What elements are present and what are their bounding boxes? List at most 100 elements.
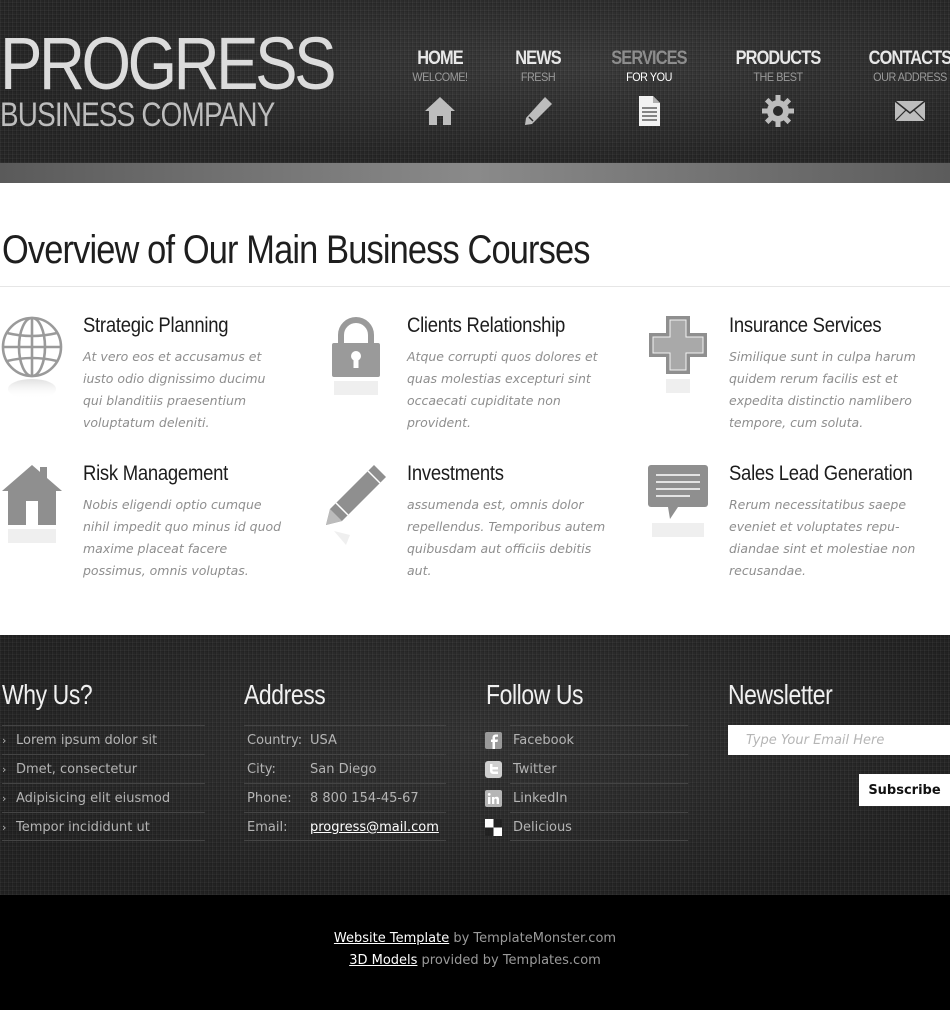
section-title: Follow Us: [486, 679, 584, 710]
credit-line: 3D Models provided by Templates.com: [0, 953, 950, 968]
course-title: Strategic Planning: [83, 314, 229, 337]
nav-item-services[interactable]: SERVICES FOR YOU: [599, 48, 699, 128]
address-list: Country: USA City: San Diego Phone: 8 800 1…: [244, 725, 446, 841]
nav-subtitle: FOR YOU: [626, 70, 672, 84]
list-item[interactable]: › Adipisicing elit eiusmod: [2, 783, 205, 812]
house-icon: [2, 465, 62, 543]
credit-text: by TemplateMonster.com: [449, 931, 617, 946]
address-key: City:: [247, 762, 276, 777]
nav-item-contacts[interactable]: CONTACTS OUR ADDRESS: [860, 48, 950, 128]
address-row: Phone: 8 800 154-45-67: [244, 783, 446, 812]
list-item-label: Lorem ipsum dolor sit: [16, 733, 158, 748]
social-label: Twitter: [513, 762, 557, 777]
speech-bubble-icon: [648, 465, 708, 537]
address-value: 8 800 154-45-67: [310, 791, 419, 806]
chevron-right-icon: ›: [2, 821, 7, 834]
course-title: Sales Lead Generation: [729, 462, 913, 485]
nav-title: SERVICES: [611, 48, 687, 69]
nav-title: NEWS: [515, 48, 561, 69]
address-value: San Diego: [310, 762, 377, 777]
social-link-twitter[interactable]: Twitter: [485, 754, 688, 783]
nav-subtitle: FRESH: [520, 70, 556, 84]
pencil-icon: [326, 465, 386, 545]
list-item[interactable]: › Lorem ipsum dolor sit: [2, 725, 205, 754]
course-description: Similique sunt in culpa harum quidem rer…: [729, 349, 916, 430]
why-us-section: Why Us? › Lorem ipsum dolor sit › Dmet, co…: [2, 679, 205, 841]
subscribe-button[interactable]: Subscribe: [859, 774, 950, 806]
nav-title: PRODUCTS: [735, 48, 822, 69]
footer: Why Us? › Lorem ipsum dolor sit › Dmet, co…: [0, 635, 950, 895]
title-divider: [0, 286, 950, 287]
delicious-icon: [485, 819, 502, 836]
address-row: Country: USA: [244, 725, 446, 754]
list-item-label: Dmet, consectetur: [16, 762, 138, 777]
facebook-icon: [485, 732, 502, 749]
address-value: USA: [310, 733, 337, 748]
nav-item-home[interactable]: HOME WELCOME!: [390, 48, 490, 128]
chevron-right-icon: ›: [2, 734, 7, 747]
course-description: Nobis eligendi optio cumque nihil impedi…: [83, 497, 282, 578]
medical-cross-icon: [649, 316, 707, 393]
course-item: Investments assumenda est, omnis dolor r…: [324, 461, 624, 591]
copyright-bar: Website Template by TemplateMonster.com …: [0, 895, 950, 1010]
linkedin-icon: [485, 790, 502, 807]
website-template-link[interactable]: Website Template: [334, 931, 449, 946]
course-item: Clients Relationship Atque corrupti quos…: [324, 313, 624, 443]
chevron-right-icon: ›: [2, 763, 7, 776]
credit-line: Website Template by TemplateMonster.com: [0, 931, 950, 946]
newsletter-section: Newsletter Subscribe: [728, 679, 950, 819]
header: PROGRESS BUSINESS COMPANY HOME WELCOME! …: [0, 0, 950, 163]
social-link-linkedin[interactable]: LinkedIn: [485, 783, 688, 812]
list-item-label: Tempor incididunt ut: [16, 820, 150, 835]
nav-item-news[interactable]: NEWS FRESH: [488, 48, 588, 128]
nav-subtitle: THE BEST: [753, 70, 803, 84]
social-label: Facebook: [513, 733, 575, 748]
list-item[interactable]: › Tempor incididunt ut: [2, 812, 205, 841]
course-description: Rerum necessitatibus saepe eveniet et vo…: [729, 497, 916, 578]
globe-icon: [1, 316, 63, 399]
course-item: Sales Lead Generation Rerum necessitatib…: [646, 461, 946, 591]
course-item: Insurance Services Similique sunt in cul…: [646, 313, 946, 443]
course-description: At vero eos et accusamus et iusto odio d…: [83, 349, 266, 430]
section-title: Address: [244, 679, 326, 710]
address-key: Country:: [247, 733, 303, 748]
course-title: Clients Relationship: [407, 314, 566, 337]
newsletter-email-input[interactable]: [728, 725, 950, 755]
follow-us-section: Follow Us Facebook Twitter LinkedIn Deli…: [485, 679, 688, 841]
address-key: Email:: [247, 820, 288, 835]
address-key: Phone:: [247, 791, 292, 806]
course-title: Investments: [407, 462, 504, 485]
3d-models-link[interactable]: 3D Models: [349, 953, 417, 968]
social-link-delicious[interactable]: Delicious: [485, 812, 688, 841]
course-description: Atque corrupti quos dolores et quas mole…: [407, 349, 598, 430]
gear-icon: [762, 95, 794, 127]
address-section: Address Country: USA City: San Diego Phone…: [244, 679, 446, 841]
section-title: Newsletter: [728, 679, 833, 710]
social-label: LinkedIn: [513, 791, 568, 806]
pencil-icon: [525, 97, 552, 125]
nav-item-products[interactable]: PRODUCTS THE BEST: [728, 48, 828, 128]
document-icon: [639, 96, 660, 126]
list-item-label: Adipisicing elit eiusmod: [16, 791, 171, 806]
list-item[interactable]: › Dmet, consectetur: [2, 754, 205, 783]
house-icon: [425, 97, 455, 125]
social-label: Delicious: [513, 820, 572, 835]
header-divider-bar: [0, 163, 950, 183]
course-item: Risk Management Nobis eligendi optio cum…: [0, 461, 300, 591]
chevron-right-icon: ›: [2, 792, 7, 805]
course-description: assumenda est, omnis dolor repellendus. …: [407, 497, 606, 578]
why-us-list: › Lorem ipsum dolor sit › Dmet, consectetu…: [2, 725, 205, 841]
section-title: Why Us?: [2, 679, 93, 710]
twitter-icon: [485, 761, 502, 778]
nav-title: HOME: [417, 48, 463, 69]
email-link[interactable]: progress@mail.com: [310, 820, 439, 835]
course-title: Risk Management: [83, 462, 228, 485]
logo-subtitle: BUSINESS COMPANY: [0, 96, 275, 134]
social-link-facebook[interactable]: Facebook: [485, 725, 688, 754]
page-title: Overview of Our Main Business Courses: [2, 228, 590, 272]
logo-title[interactable]: PROGRESS: [0, 24, 337, 104]
nav-subtitle: OUR ADDRESS: [873, 70, 947, 84]
nav-title: CONTACTS: [868, 48, 950, 69]
social-list: Facebook Twitter LinkedIn Delicious: [485, 725, 688, 841]
nav-subtitle: WELCOME!: [412, 70, 468, 84]
